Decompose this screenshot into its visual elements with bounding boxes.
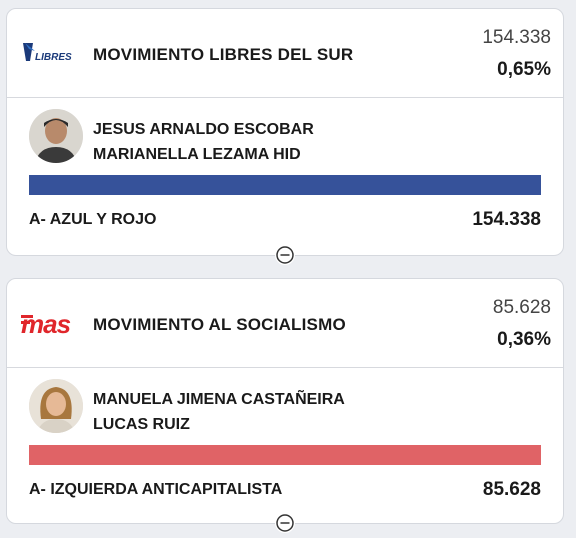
candidate-avatar [29,109,83,163]
party-name: MOVIMIENTO LIBRES DEL SUR [93,45,354,64]
list-votes: 154.338 [472,209,541,230]
candidate-name-1: JESUS ARNALDO ESCOBAR [93,121,314,138]
candidate-names: JESUS ARNALDO ESCOBAR MARIANELLA LEZAMA … [93,117,314,167]
party-percent: 0,36% [497,329,551,350]
list-name: A- AZUL Y ROJO [29,211,157,228]
candidate-avatar [29,379,83,433]
party-votes: 85.628 [492,297,551,318]
candidate-row: MANUELA JIMENA CASTAÑEIRA LUCAS RUIZ A- … [7,367,563,527]
collapse-icon[interactable] [275,245,295,265]
svg-text:LIBRES: LIBRES [35,52,72,63]
party-card-libres: LIBRES MOVIMIENTO LIBRES DEL SUR 154.338… [6,8,564,265]
party-name: MOVIMIENTO AL SOCIALISMO [93,315,346,334]
party-header: LIBRES MOVIMIENTO LIBRES DEL SUR 154.338… [7,9,563,97]
list-votes: 85.628 [482,479,541,500]
candidate-names: MANUELA JIMENA CASTAÑEIRA LUCAS RUIZ [93,387,345,437]
list-name: A- IZQUIERDA ANTICAPITALISTA [29,481,283,498]
candidate-name-1: MANUELA JIMENA CASTAÑEIRA [93,391,345,408]
vote-bar [29,445,541,465]
collapse-icon[interactable] [275,513,295,533]
party-header: mas MOVIMIENTO AL SOCIALISMO 85.628 0,36… [7,279,563,367]
vote-bar [29,175,541,195]
candidate-name-2: LUCAS RUIZ [93,416,190,433]
party-percent: 0,65% [497,59,551,80]
party-card-mas: mas MOVIMIENTO AL SOCIALISMO 85.628 0,36… [6,278,564,533]
candidate-name-2: MARIANELLA LEZAMA HID [93,146,301,163]
libres-logo: LIBRES [23,43,72,63]
candidate-row: JESUS ARNALDO ESCOBAR MARIANELLA LEZAMA … [7,97,563,257]
mas-logo: mas [21,309,72,337]
party-votes: 154.338 [482,27,551,48]
